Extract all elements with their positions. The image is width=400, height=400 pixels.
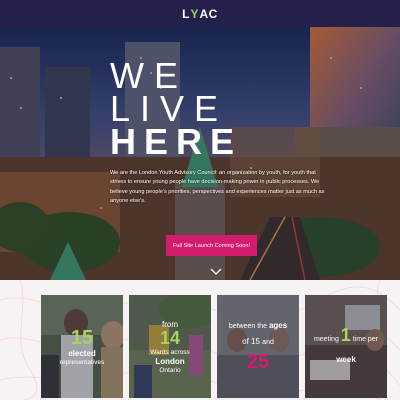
stats-section: 15 elected representatives from 14 Wards… [0, 280, 400, 400]
logo-letter-l: L [182, 6, 190, 21]
stat-label-representatives: representatives [59, 359, 105, 366]
stat-card-representatives: 15 elected representatives [41, 295, 123, 398]
scroll-down-chevron-icon[interactable] [210, 267, 222, 277]
stat-card-ages: between the ages of 15 and 25 [217, 295, 299, 398]
stat-label-week: week [336, 355, 356, 364]
card-photo-group [217, 295, 299, 398]
logo-letter-y: Y [190, 6, 199, 21]
logo-letters-ac: AC [199, 6, 218, 21]
stat-number-15: 15 [70, 327, 94, 349]
hero-section: WE LIVE HERE We are the London Youth Adv… [0, 27, 400, 280]
lyac-logo[interactable]: L Y AC [182, 7, 218, 21]
stat-label-between-the: between the [228, 323, 267, 330]
stat-label-between-the-ages: between the ages [217, 321, 299, 330]
stat-label-wards-across: Wards across [150, 349, 190, 356]
stat-number-25: 25 [246, 351, 270, 373]
stat-range-row: of 15 and [217, 337, 299, 346]
stat-label-time-per: time per [352, 336, 379, 343]
stat-number-14: 14 [159, 328, 181, 348]
card-photo-meeting [305, 295, 387, 398]
hero-description: We are the London Youth Advisory Council… [110, 170, 325, 205]
top-navbar: L Y AC [0, 0, 400, 27]
stat-label-and: and [262, 339, 274, 346]
stat-card-wards: from 14 Wards across London Ontario [129, 295, 211, 398]
stat-label-ages: ages [268, 321, 288, 330]
stat-label-meeting: meeting [313, 336, 339, 343]
hero-title-here: HERE [110, 121, 243, 162]
stat-number-of-15: of 15 [242, 337, 260, 346]
stat-label-ontario: Ontario [159, 367, 181, 374]
stat-card-meetings: meeting 1 time per week [305, 295, 387, 398]
site-launch-button[interactable]: Full Site Launch Coming Soon! [166, 235, 257, 256]
stat-label-elected: elected [68, 349, 96, 358]
stat-label-london: London [155, 357, 185, 366]
stat-meeting-row: meeting 1 time per [305, 325, 387, 346]
stat-number-1: 1 [340, 325, 351, 345]
